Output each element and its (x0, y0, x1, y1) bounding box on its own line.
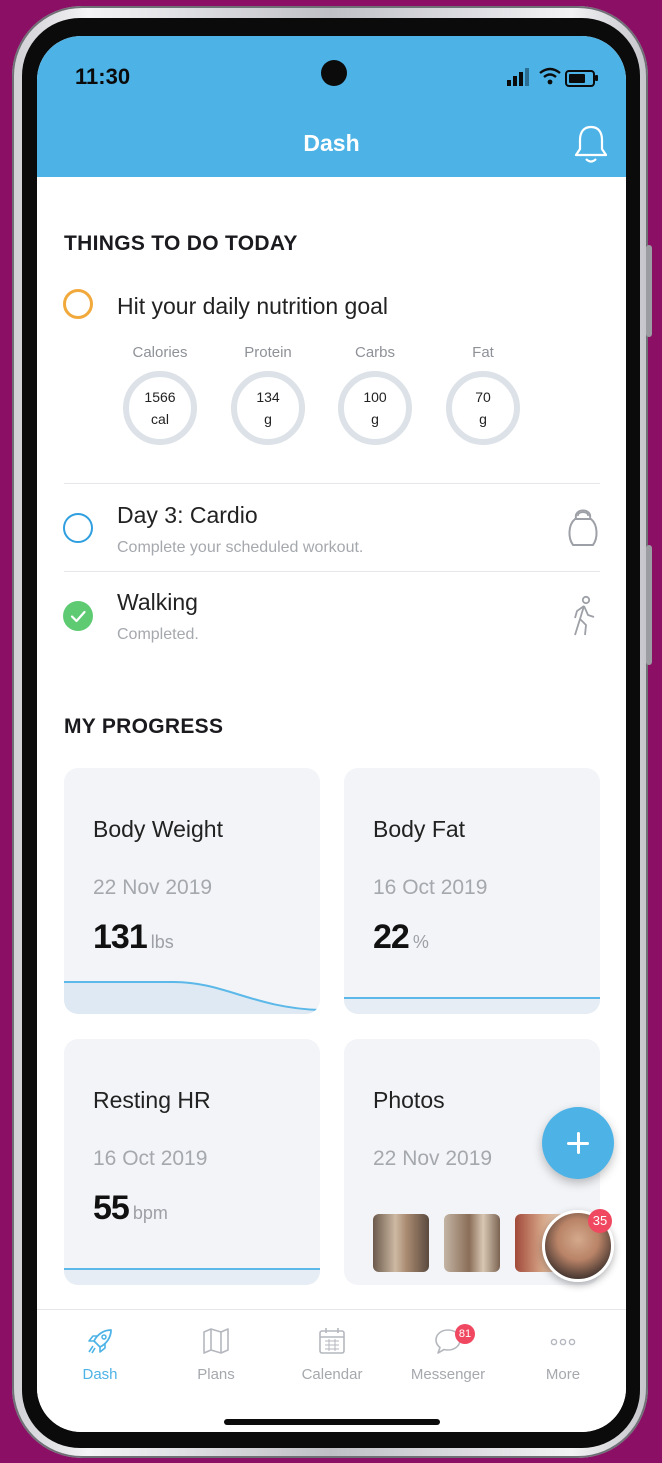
bell-icon[interactable] (573, 123, 609, 165)
fat-trend-chart (344, 997, 600, 1014)
weight-trend-chart (64, 981, 320, 1014)
more-dots-icon (550, 1338, 576, 1346)
status-icons (507, 66, 607, 88)
task-status-circle[interactable] (63, 289, 93, 319)
nutrition-fat: Fat 70 g (443, 344, 523, 445)
card-title: Resting HR (93, 1087, 211, 1113)
task-title: Hit your daily nutrition goal (117, 293, 389, 319)
progress-section-title: MY PROGRESS (64, 715, 224, 738)
nutrition-label: Calories (132, 344, 188, 361)
card-value: 131 lbs (93, 918, 174, 957)
home-indicator[interactable] (224, 1419, 440, 1425)
card-value: 22% (373, 918, 429, 957)
side-button (646, 545, 652, 665)
progress-photo-thumbnail[interactable] (373, 1214, 429, 1272)
tab-label: Calendar (301, 1366, 363, 1383)
nutrition-value: 100 (363, 389, 387, 405)
card-title: Body Fat (373, 816, 466, 842)
wifi-icon (539, 67, 561, 85)
side-button (646, 245, 652, 337)
bottom-tab-bar: Dash Plans Calendar 81 Messenger More (37, 1309, 626, 1432)
nutrition-ring: 1566 cal (123, 371, 197, 445)
tab-dash[interactable]: Dash (50, 1326, 150, 1383)
progress-photo-thumbnail[interactable] (444, 1214, 500, 1272)
nutrition-label: Carbs (354, 344, 395, 361)
kettlebell-icon (568, 509, 598, 546)
messenger-badge: 81 (455, 1324, 475, 1344)
walking-icon (574, 595, 595, 636)
nutrition-ring: 70 g (446, 371, 520, 445)
task-status-circle[interactable] (63, 513, 93, 543)
card-number: 22 (373, 918, 410, 956)
map-icon (203, 1328, 229, 1354)
nutrition-calories: Calories 1566 cal (120, 344, 200, 445)
card-value: 55 bpm (93, 1189, 168, 1228)
nutrition-carbs: Carbs 100 g (335, 344, 415, 445)
tab-label: Messenger (410, 1366, 486, 1383)
nutrition-unit: g (479, 411, 487, 427)
card-unit: bpm (132, 1203, 168, 1223)
status-time: 11:30 (75, 64, 131, 89)
card-date: 16 Oct 2019 (93, 1147, 208, 1170)
nutrition-label: Fat (472, 344, 494, 361)
progress-card-body-weight[interactable]: Body Weight 22 Nov 2019 131 lbs (64, 768, 320, 1014)
card-date: 22 Nov 2019 (93, 876, 213, 899)
checkmark-icon (70, 610, 86, 623)
nutrition-value: 134 (256, 389, 280, 405)
front-camera (321, 60, 347, 86)
card-number: 131 (93, 918, 148, 956)
nutrition-unit: cal (151, 411, 169, 427)
tab-more[interactable]: More (513, 1326, 613, 1383)
task-subtitle: Completed. (117, 626, 199, 643)
card-title: Photos (373, 1087, 445, 1113)
calendar-icon (319, 1328, 345, 1354)
add-button[interactable] (542, 1107, 614, 1179)
divider (64, 483, 600, 484)
nutrition-value: 1566 (144, 389, 176, 405)
tab-calendar[interactable]: Calendar (282, 1326, 382, 1383)
battery-icon (565, 70, 598, 87)
progress-card-resting-hr[interactable]: Resting HR 16 Oct 2019 55 bpm (64, 1039, 320, 1285)
task-title: Day 3: Cardio (117, 502, 258, 528)
nutrition-value: 70 (475, 389, 491, 405)
task-title: Walking (117, 589, 198, 615)
card-number: 55 (93, 1189, 130, 1227)
task-status-circle-completed[interactable] (63, 601, 93, 631)
card-unit: % (412, 932, 429, 952)
tab-plans[interactable]: Plans (166, 1326, 266, 1383)
card-title: Body Weight (93, 816, 223, 842)
tab-label: Plans (197, 1366, 235, 1383)
task-subtitle: Complete your scheduled workout. (117, 539, 364, 556)
phone-screen: 11:30 Dash THINGS TO DO TODAY Hit your d… (37, 36, 626, 1432)
nutrition-unit: g (264, 411, 272, 427)
progress-card-body-fat[interactable]: Body Fat 16 Oct 2019 22% (344, 768, 600, 1014)
divider (64, 571, 600, 572)
signal-icon (507, 68, 529, 86)
nutrition-ring: 134 g (231, 371, 305, 445)
nutrition-ring: 100 g (338, 371, 412, 445)
nutrition-protein: Protein 134 g (228, 344, 308, 445)
todo-section-title: THINGS TO DO TODAY (64, 232, 298, 255)
tab-label: More (545, 1366, 581, 1383)
card-unit: lbs (150, 932, 174, 952)
page-title: Dash (303, 130, 360, 156)
card-date: 22 Nov 2019 (373, 1147, 493, 1170)
nutrition-unit: g (371, 411, 379, 427)
rocket-icon (88, 1329, 112, 1354)
card-date: 16 Oct 2019 (373, 876, 488, 899)
tab-label: Dash (82, 1366, 118, 1383)
tab-messenger[interactable]: 81 Messenger (398, 1324, 498, 1383)
heart-rate-trend-chart (64, 1268, 320, 1285)
nutrition-label: Protein (244, 344, 292, 361)
coach-message-badge: 35 (588, 1209, 612, 1233)
app-header: 11:30 Dash (37, 36, 626, 177)
